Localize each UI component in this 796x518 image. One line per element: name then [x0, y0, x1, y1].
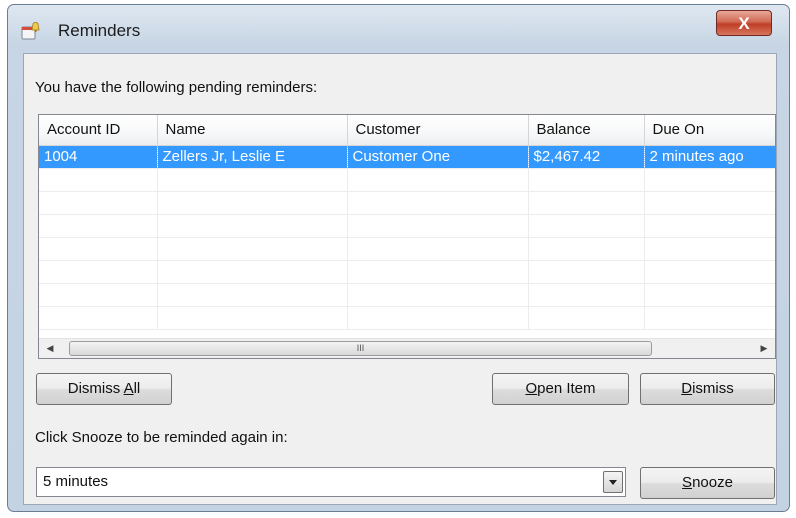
cell-name: Zellers Jr, Leslie E: [157, 145, 348, 169]
snooze-duration-value: 5 minutes: [43, 473, 109, 490]
cell-balance: $2,467.42: [528, 145, 645, 169]
reminder-bell-icon: [21, 22, 40, 40]
empty-row: [39, 191, 775, 215]
empty-row: [39, 214, 775, 238]
title-bar[interactable]: Reminders X: [8, 5, 789, 53]
table-row[interactable]: 1004 Zellers Jr, Leslie E Customer One $…: [39, 145, 775, 169]
column-header-account-id[interactable]: Account ID: [39, 115, 158, 146]
reminders-window: Reminders X You have the following pendi…: [7, 4, 790, 512]
dismiss-button[interactable]: Dismiss: [640, 373, 775, 405]
scroll-right-arrow-icon[interactable]: ▶: [755, 339, 773, 358]
column-header-name[interactable]: Name: [157, 115, 348, 146]
empty-row: [39, 237, 775, 261]
pending-reminders-label: You have the following pending reminders…: [35, 79, 318, 96]
dismiss-mnemonic: D: [681, 380, 693, 397]
scrollbar-thumb[interactable]: III: [69, 341, 652, 356]
cell-account-id: 1004: [39, 145, 158, 169]
cell-due-on: 2 minutes ago: [644, 145, 775, 169]
snooze-button[interactable]: Snooze: [640, 467, 775, 499]
open-item-mnemonic: O: [525, 380, 538, 397]
snooze-label-post: nooze: [692, 474, 733, 491]
empty-row: [39, 260, 775, 284]
open-item-label-post: pen Item: [537, 380, 596, 397]
dismiss-label-post: ismiss: [692, 380, 734, 397]
cell-customer: Customer One: [347, 145, 529, 169]
dismiss-all-button[interactable]: Dismiss All: [36, 373, 172, 405]
dialog-body: You have the following pending reminders…: [23, 53, 777, 505]
chevron-down-icon[interactable]: [603, 471, 623, 493]
reminders-table: Account ID Name Customer Balance Due On …: [39, 115, 775, 330]
header-row: Account ID Name Customer Balance Due On: [39, 115, 775, 146]
dismiss-all-mnemonic: A: [123, 380, 134, 397]
dismiss-all-label-post: ll: [133, 380, 141, 397]
snooze-duration-select[interactable]: 5 minutes: [36, 467, 626, 497]
column-header-customer[interactable]: Customer: [347, 115, 529, 146]
dismiss-all-label-pre: Dismiss: [67, 380, 124, 397]
reminders-list[interactable]: Account ID Name Customer Balance Due On …: [38, 114, 776, 359]
column-header-due-on[interactable]: Due On: [644, 115, 775, 146]
close-button[interactable]: X: [716, 10, 772, 36]
window-title: Reminders: [58, 21, 141, 40]
empty-row: [39, 283, 775, 307]
snooze-mnemonic: S: [682, 474, 693, 491]
snooze-instruction-label: Click Snooze to be reminded again in:: [35, 429, 288, 446]
open-item-button[interactable]: Open Item: [492, 373, 629, 405]
empty-row: [39, 306, 775, 330]
horizontal-scrollbar[interactable]: ◀ III ▶: [39, 338, 775, 358]
column-header-balance[interactable]: Balance: [528, 115, 645, 146]
empty-row: [39, 168, 775, 192]
scroll-left-arrow-icon[interactable]: ◀: [41, 339, 59, 358]
